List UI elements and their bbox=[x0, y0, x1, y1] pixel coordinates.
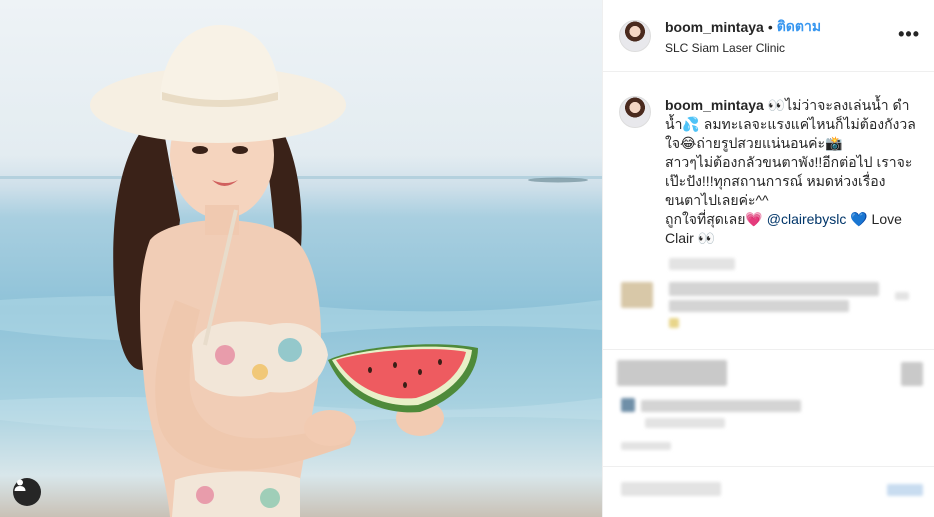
caption-body: boom_mintaya 👀ไม่ว่าจะลงเล่นน้ำ ดำน้ำ💦 ล… bbox=[665, 96, 918, 248]
user-tag-icon[interactable] bbox=[13, 478, 41, 506]
separator-dot: • bbox=[767, 19, 773, 35]
blurred-bookmark-icon bbox=[901, 362, 923, 386]
person-icon bbox=[14, 479, 26, 491]
blurred-date bbox=[621, 442, 671, 450]
header-text: boom_mintaya • ติดตาม SLC Siam Laser Cli… bbox=[665, 16, 821, 55]
post-side-panel: boom_mintaya • ติดตาม SLC Siam Laser Cli… bbox=[602, 0, 934, 517]
blurred-like-icon bbox=[895, 292, 909, 300]
caption: boom_mintaya 👀ไม่ว่าจะลงเล่นน้ำ ดำน้ำ💦 ล… bbox=[603, 72, 934, 248]
blurred-comment-avatar bbox=[621, 282, 653, 308]
caption-username[interactable]: boom_mintaya bbox=[665, 97, 764, 113]
blurred-likes-text bbox=[645, 418, 725, 428]
instagram-post: boom_mintaya • ติดตาม SLC Siam Laser Cli… bbox=[0, 0, 934, 517]
more-options-icon[interactable]: ••• bbox=[898, 24, 920, 45]
caption-mention[interactable]: @clairebyslc bbox=[767, 211, 847, 227]
comment-divider bbox=[603, 466, 934, 467]
header-line: boom_mintaya • ติดตาม bbox=[665, 16, 821, 38]
blurred-add-comment-input[interactable] bbox=[621, 482, 721, 496]
post-photo[interactable] bbox=[0, 0, 602, 517]
blurred-action-icons bbox=[617, 360, 727, 386]
blurred-emoji bbox=[669, 318, 679, 328]
blurred-timestamp bbox=[669, 258, 735, 270]
follow-button[interactable]: ติดตาม bbox=[777, 16, 821, 38]
caption-text: 👀ไม่ว่าจะลงเล่นน้ำ ดำน้ำ💦 ลมทะเลจะแรงแค่… bbox=[665, 97, 916, 227]
blurred-post-button[interactable] bbox=[887, 484, 923, 496]
blurred-likes-text bbox=[641, 400, 801, 412]
actions-divider bbox=[603, 349, 934, 350]
blurred-liker-avatar bbox=[621, 398, 635, 412]
caption-avatar[interactable] bbox=[619, 96, 651, 128]
blurred-comment-line bbox=[669, 300, 849, 312]
post-header: boom_mintaya • ติดตาม SLC Siam Laser Cli… bbox=[603, 0, 934, 72]
photo-illustration bbox=[0, 25, 602, 517]
author-username[interactable]: boom_mintaya bbox=[665, 19, 764, 35]
blurred-comment-line bbox=[669, 282, 879, 296]
author-avatar[interactable] bbox=[619, 19, 651, 52]
location-link[interactable]: SLC Siam Laser Clinic bbox=[665, 41, 821, 55]
